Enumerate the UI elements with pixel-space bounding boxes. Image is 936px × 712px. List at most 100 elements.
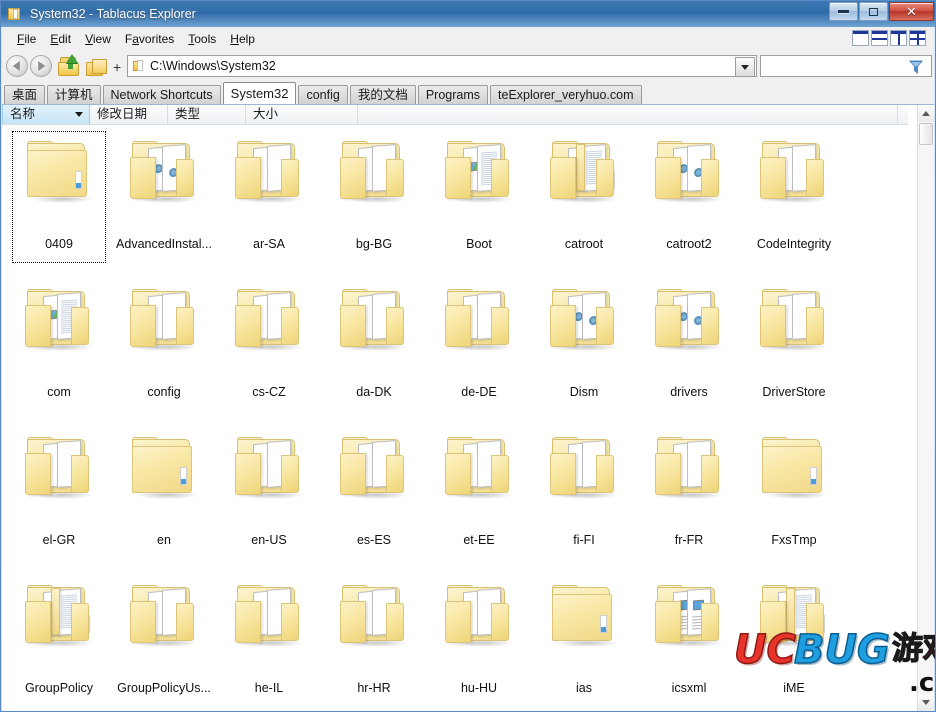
tab-[interactable]: 我的文档 bbox=[349, 85, 416, 104]
file-item[interactable]: drivers bbox=[637, 275, 741, 423]
file-item[interactable]: he-IL bbox=[217, 571, 321, 711]
column-header-3[interactable]: 大小 bbox=[246, 105, 358, 124]
file-item[interactable]: 0409 bbox=[7, 127, 111, 275]
menu-help[interactable]: Help bbox=[223, 30, 262, 48]
folder-icon bbox=[550, 289, 620, 353]
file-item[interactable]: ar-SA bbox=[217, 127, 321, 275]
file-item[interactable]: cs-CZ bbox=[217, 275, 321, 423]
folder-icon bbox=[445, 289, 515, 353]
file-item[interactable]: fi-FI bbox=[532, 423, 636, 571]
file-item[interactable]: GroupPolicy bbox=[7, 571, 111, 711]
file-item[interactable]: en bbox=[112, 423, 216, 571]
window-title: System32 - Tablacus Explorer bbox=[30, 7, 196, 21]
folder-icon bbox=[340, 289, 410, 353]
tab-[interactable]: 计算机 bbox=[47, 85, 101, 104]
folder-icon bbox=[655, 141, 725, 205]
arrow-up-icon bbox=[922, 111, 930, 116]
folder-icon bbox=[130, 437, 200, 501]
file-item-label: fi-FI bbox=[573, 533, 595, 547]
file-item-icon bbox=[427, 275, 531, 387]
vertical-scrollbar[interactable] bbox=[917, 105, 934, 711]
menu-edit[interactable]: Edit bbox=[43, 30, 78, 48]
up-one-level-icon[interactable] bbox=[58, 54, 80, 76]
restore-button[interactable] bbox=[859, 2, 888, 21]
file-item[interactable]: GroupPolicyUs... bbox=[112, 571, 216, 711]
file-item[interactable]: hr-HR bbox=[322, 571, 426, 711]
folder-icon bbox=[655, 437, 725, 501]
file-item[interactable]: AdvancedInstal... bbox=[112, 127, 216, 275]
file-item[interactable]: es-ES bbox=[322, 423, 426, 571]
file-item[interactable]: CodeIntegrity bbox=[742, 127, 846, 275]
folder-icon bbox=[235, 141, 305, 205]
menu-file[interactable]: File bbox=[10, 30, 43, 48]
file-item[interactable]: com bbox=[7, 275, 111, 423]
file-item-icon bbox=[322, 127, 426, 239]
file-item[interactable]: FxsTmp bbox=[742, 423, 846, 571]
tab-[interactable]: 桌面 bbox=[4, 85, 46, 104]
layout-horizontal-button[interactable] bbox=[871, 30, 888, 46]
file-item-icon bbox=[217, 127, 321, 239]
menu-tools[interactable]: Tools bbox=[181, 30, 223, 48]
column-header-2[interactable]: 类型 bbox=[168, 105, 246, 124]
file-item[interactable]: et-EE bbox=[427, 423, 531, 571]
file-item-icon bbox=[217, 423, 321, 535]
file-item[interactable]: DriverStore bbox=[742, 275, 846, 423]
file-item-label: da-DK bbox=[356, 385, 392, 399]
menu-favorites[interactable]: Favorites bbox=[118, 30, 181, 48]
file-item[interactable]: bg-BG bbox=[322, 127, 426, 275]
menu-view[interactable]: View bbox=[78, 30, 118, 48]
menu-bar: File Edit View Favorites Tools Help bbox=[2, 27, 934, 51]
file-item[interactable]: hu-HU bbox=[427, 571, 531, 711]
column-header-1[interactable]: 修改日期 bbox=[90, 105, 168, 124]
address-bar[interactable]: C:\Windows\System32 bbox=[127, 55, 757, 77]
file-item[interactable]: catroot2 bbox=[637, 127, 741, 275]
scrollbar-thumb[interactable] bbox=[919, 123, 933, 145]
scroll-down-button[interactable] bbox=[918, 694, 934, 711]
file-item[interactable]: Dism bbox=[532, 275, 636, 423]
tab-programs[interactable]: Programs bbox=[417, 85, 489, 104]
address-dropdown-button[interactable] bbox=[735, 57, 755, 77]
folders-icon[interactable] bbox=[86, 56, 108, 76]
file-item[interactable]: Boot bbox=[427, 127, 531, 275]
file-item[interactable]: config bbox=[112, 275, 216, 423]
layout-quad-button[interactable] bbox=[909, 30, 926, 46]
column-header-0[interactable]: 名称 bbox=[2, 105, 90, 124]
file-item-label: FxsTmp bbox=[771, 533, 817, 547]
file-item[interactable]: icsxml bbox=[637, 571, 741, 711]
file-item-icon bbox=[532, 275, 636, 387]
file-item[interactable]: de-DE bbox=[427, 275, 531, 423]
file-item-label: et-EE bbox=[463, 533, 495, 547]
layout-single-button[interactable] bbox=[852, 30, 869, 46]
file-item-icon bbox=[7, 127, 111, 239]
file-item-icon bbox=[112, 423, 216, 535]
file-item[interactable]: fr-FR bbox=[637, 423, 741, 571]
file-item-icon bbox=[637, 127, 741, 239]
file-item[interactable]: ias bbox=[532, 571, 636, 711]
forward-button[interactable] bbox=[30, 55, 52, 77]
tab-teexplorer-veryhuo-com[interactable]: teExplorer_veryhuo.com bbox=[490, 85, 642, 104]
back-button[interactable] bbox=[6, 55, 28, 77]
address-value: C:\Windows\System32 bbox=[150, 59, 276, 73]
column-header-blank[interactable] bbox=[358, 105, 898, 124]
file-item-label: drivers bbox=[670, 385, 708, 399]
minimize-button[interactable] bbox=[829, 2, 858, 21]
close-button[interactable]: ✕ bbox=[889, 2, 934, 21]
layout-vertical-button[interactable] bbox=[890, 30, 907, 46]
folder-icon bbox=[550, 141, 620, 205]
tab-config[interactable]: config bbox=[298, 85, 348, 104]
file-item[interactable]: iME bbox=[742, 571, 846, 711]
scroll-up-button[interactable] bbox=[918, 105, 934, 122]
file-item[interactable]: catroot bbox=[532, 127, 636, 275]
file-item[interactable]: en-US bbox=[217, 423, 321, 571]
file-item-icon bbox=[217, 275, 321, 387]
folder-icon bbox=[550, 585, 620, 649]
file-item[interactable]: da-DK bbox=[322, 275, 426, 423]
file-item[interactable]: el-GR bbox=[7, 423, 111, 571]
address-toolbar: + C:\Windows\System32 bbox=[2, 51, 934, 81]
funnel-icon[interactable] bbox=[909, 60, 923, 74]
tab-system32[interactable]: System32 bbox=[222, 82, 297, 104]
filter-input[interactable] bbox=[760, 55, 932, 77]
tab-network-shortcuts[interactable]: Network Shortcuts bbox=[102, 85, 221, 104]
sort-caret-icon[interactable] bbox=[75, 112, 83, 117]
new-tab-button[interactable]: + bbox=[113, 59, 121, 75]
